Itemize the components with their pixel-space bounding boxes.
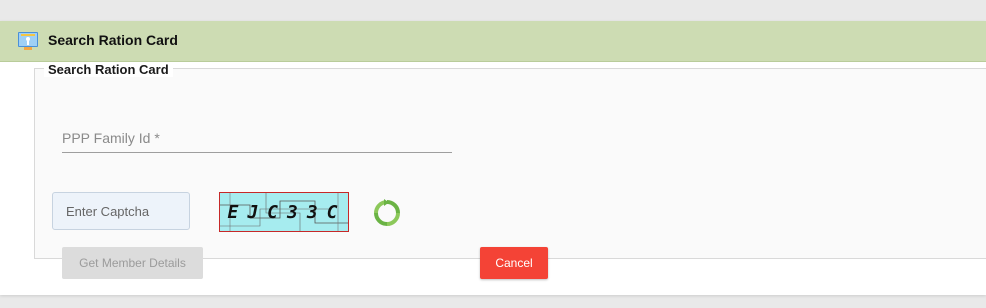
captcha-input[interactable] xyxy=(52,192,190,230)
refresh-icon[interactable] xyxy=(373,199,401,227)
search-fieldset xyxy=(34,68,986,259)
cancel-button[interactable]: Cancel xyxy=(480,247,548,279)
captcha-image: EJC33C xyxy=(219,192,349,232)
fieldset-legend: Search Ration Card xyxy=(44,62,173,77)
get-member-details-button[interactable]: Get Member Details xyxy=(62,247,203,279)
ration-card-icon xyxy=(18,32,38,50)
captcha-text: EJC33C xyxy=(227,202,347,223)
ppp-family-id-input[interactable] xyxy=(62,124,452,153)
panel-title: Search Ration Card xyxy=(48,32,178,48)
panel-header: Search Ration Card xyxy=(0,21,986,62)
